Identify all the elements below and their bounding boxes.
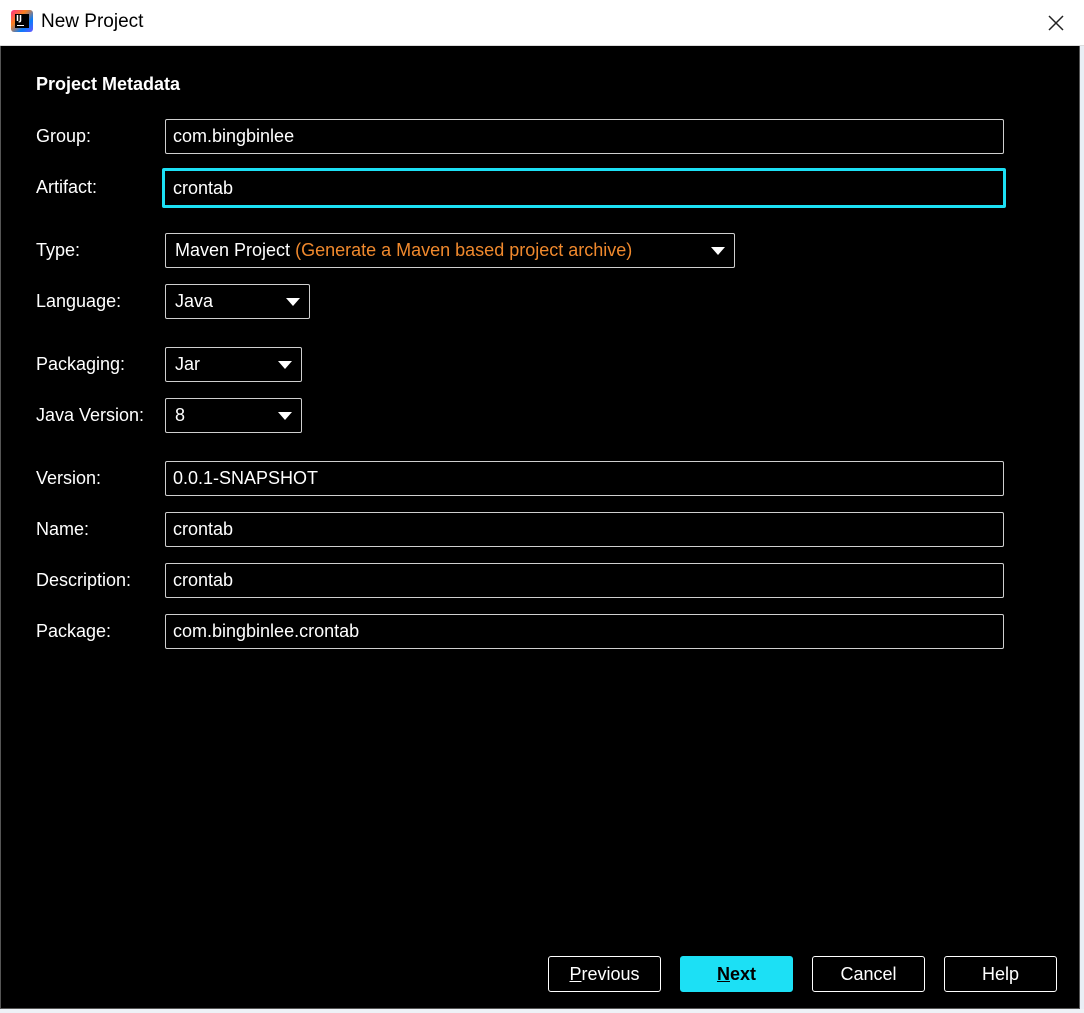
- artifact-label: Artifact:: [36, 177, 98, 197]
- version-input[interactable]: 0.0.1-SNAPSHOT: [165, 461, 1004, 496]
- cancel-button[interactable]: Cancel: [812, 956, 925, 992]
- type-select-hint: (Generate a Maven based project archive): [295, 240, 633, 260]
- help-button[interactable]: Help: [944, 956, 1057, 992]
- type-label: Type:: [36, 240, 81, 260]
- type-select[interactable]: Maven Project (Generate a Maven based pr…: [165, 233, 735, 268]
- java-version-label: Java Version:: [36, 405, 145, 425]
- version-label: Version:: [36, 468, 102, 488]
- background-window-edge: [1080, 46, 1084, 1013]
- title-bar: IJ New Project: [0, 0, 1084, 46]
- previous-button-mnemonic: P: [569, 964, 582, 984]
- group-input[interactable]: com.bingbinlee: [165, 119, 1004, 154]
- package-input[interactable]: com.bingbinlee.crontab: [165, 614, 1004, 649]
- chevron-down-icon: [278, 361, 292, 369]
- close-icon: [1048, 15, 1064, 31]
- package-label: Package:: [36, 621, 112, 641]
- java-version-select[interactable]: 8: [165, 398, 302, 433]
- language-select-value: Java: [175, 291, 214, 311]
- name-input[interactable]: crontab: [165, 512, 1004, 547]
- language-select[interactable]: Java: [165, 284, 310, 319]
- type-select-value: Maven Project: [175, 240, 291, 260]
- next-button[interactable]: Next: [680, 956, 793, 992]
- description-input[interactable]: crontab: [165, 563, 1004, 598]
- java-version-select-value: 8: [175, 405, 186, 425]
- section-title: Project Metadata: [36, 74, 181, 94]
- intellij-idea-icon: IJ: [11, 10, 33, 32]
- packaging-label: Packaging:: [36, 354, 126, 374]
- chevron-down-icon: [711, 247, 725, 255]
- chevron-down-icon: [278, 412, 292, 420]
- description-label: Description:: [36, 570, 132, 590]
- group-label: Group:: [36, 126, 92, 146]
- background-window-edge: [0, 1009, 1084, 1013]
- chevron-down-icon: [286, 298, 300, 306]
- previous-button-label: revious: [581, 964, 640, 984]
- artifact-input[interactable]: crontab: [162, 168, 1006, 208]
- packaging-select[interactable]: Jar: [165, 347, 302, 382]
- next-button-mnemonic: N: [716, 964, 730, 984]
- dialog-body: Project Metadata Group: com.bingbinlee A…: [0, 46, 1080, 1009]
- name-label: Name:: [36, 519, 90, 539]
- next-button-label: ext: [729, 964, 756, 984]
- window-title: New Project: [41, 11, 144, 32]
- language-label: Language:: [36, 291, 122, 311]
- close-button[interactable]: [1041, 8, 1071, 38]
- packaging-select-value: Jar: [175, 354, 201, 374]
- previous-button[interactable]: Previous: [548, 956, 661, 992]
